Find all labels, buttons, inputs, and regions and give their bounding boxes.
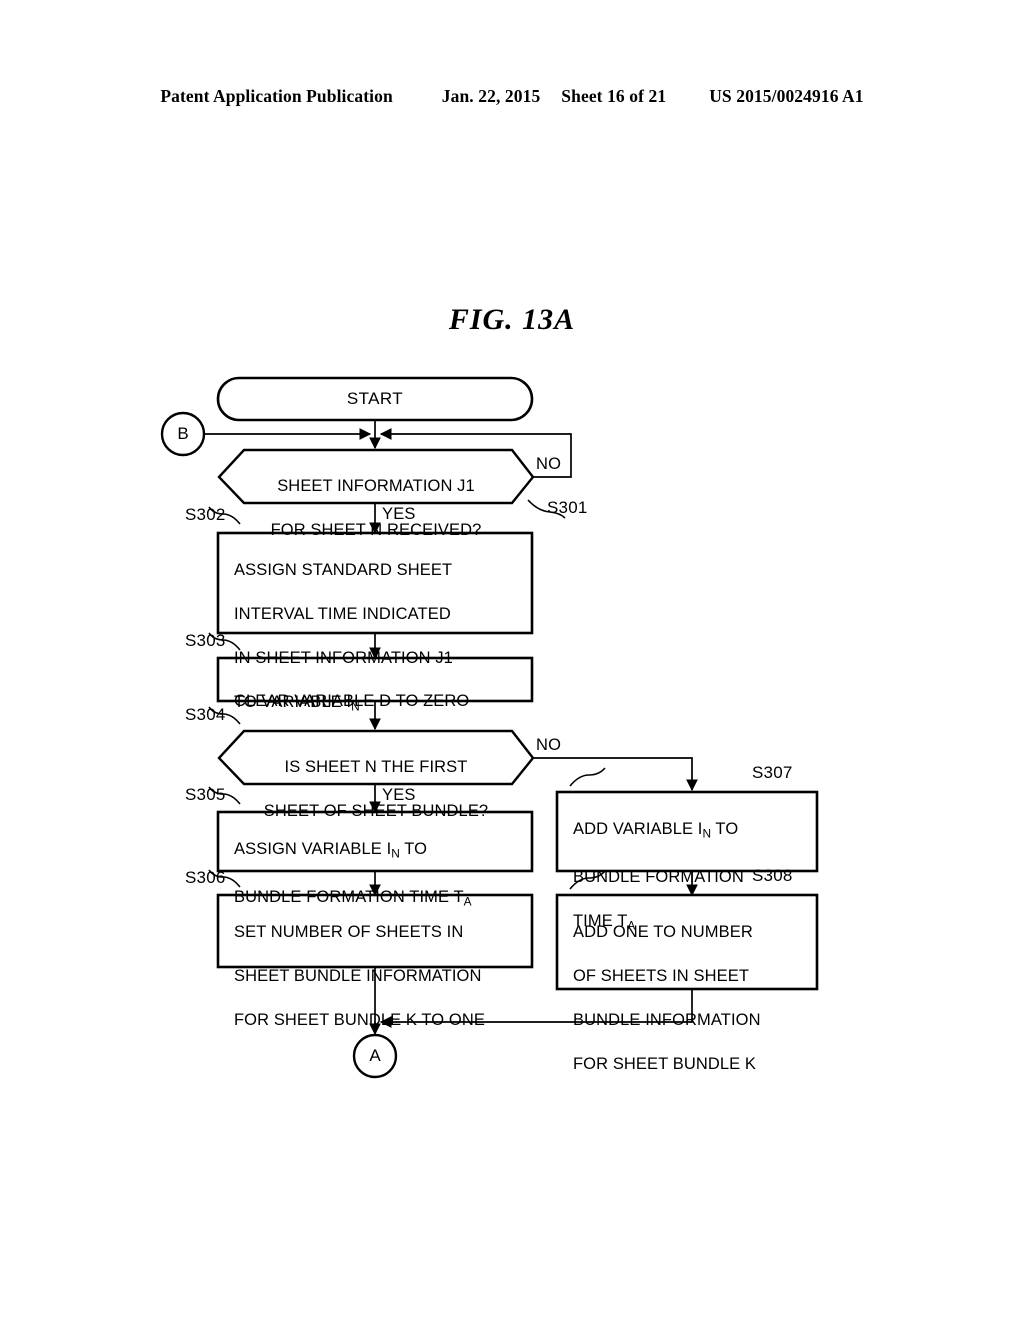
s301-line-1: SHEET INFORMATION J1 bbox=[277, 477, 475, 495]
s306-line-1: SET NUMBER OF SHEETS IN bbox=[234, 923, 464, 941]
s306-line-3: FOR SHEET BUNDLE K TO ONE bbox=[234, 1011, 485, 1029]
s301-yes-branch-label: YES bbox=[382, 505, 416, 523]
s302-line-2: INTERVAL TIME INDICATED bbox=[234, 605, 451, 623]
s303-line-1: CLEAR VARIABLE D TO ZERO bbox=[234, 692, 470, 710]
s304-no-branch-label: NO bbox=[536, 736, 562, 754]
s307-step-number: S307 bbox=[752, 763, 793, 782]
s308-line-3: BUNDLE INFORMATION bbox=[573, 1011, 761, 1029]
s307-line-1-post: TO bbox=[711, 820, 739, 838]
s303-step-number: S303 bbox=[185, 631, 226, 650]
s302-line-1: ASSIGN STANDARD SHEET bbox=[234, 561, 453, 579]
s308-line-2: OF SHEETS IN SHEET bbox=[573, 967, 749, 985]
s308-line-4: FOR SHEET BUNDLE K bbox=[573, 1055, 757, 1073]
flowchart-diagram: START B A SHEET INFORMATION J1 FOR SHEET… bbox=[0, 0, 1024, 1320]
s302-line-3: IN SHEET INFORMATION J1 bbox=[234, 649, 453, 667]
s306-process-text: SET NUMBER OF SHEETS IN SHEET BUNDLE INF… bbox=[234, 899, 526, 1053]
s301-step-number: S301 bbox=[547, 498, 588, 517]
start-terminal-label: START bbox=[346, 389, 404, 408]
leader-s307 bbox=[569, 767, 606, 787]
s305-line-1-post: TO bbox=[399, 840, 428, 858]
s308-step-number: S308 bbox=[752, 866, 793, 885]
edge-s304-no-to-s307 bbox=[533, 757, 698, 792]
s307-line-1: ADD VARIABLE IN TO bbox=[573, 818, 813, 844]
s308-line-1: ADD ONE TO NUMBER bbox=[573, 923, 753, 941]
s303-process-text: CLEAR VARIABLE D TO ZERO bbox=[234, 668, 526, 734]
s305-step-number: S305 bbox=[185, 785, 226, 804]
s306-line-2: SHEET BUNDLE INFORMATION bbox=[234, 967, 482, 985]
s302-step-number: S302 bbox=[185, 505, 226, 524]
s305-line-1-pre: ASSIGN VARIABLE I bbox=[234, 840, 392, 858]
s305-line-1-subscript: N bbox=[391, 846, 400, 861]
s306-step-number: S306 bbox=[185, 868, 226, 887]
s304-yes-branch-label: YES bbox=[382, 786, 416, 804]
s308-process-text: ADD ONE TO NUMBER OF SHEETS IN SHEET BUN… bbox=[573, 899, 813, 1097]
connector-b-label: B bbox=[177, 424, 189, 443]
s301-no-branch-label: NO bbox=[536, 455, 562, 473]
s305-line-1: ASSIGN VARIABLE IN TO bbox=[234, 838, 526, 864]
s307-line-1-pre: ADD VARIABLE I bbox=[573, 820, 703, 838]
s307-line-1-subscript: N bbox=[702, 826, 712, 841]
s304-step-number: S304 bbox=[185, 705, 226, 724]
s304-line-1: IS SHEET N THE FIRST bbox=[284, 758, 468, 776]
